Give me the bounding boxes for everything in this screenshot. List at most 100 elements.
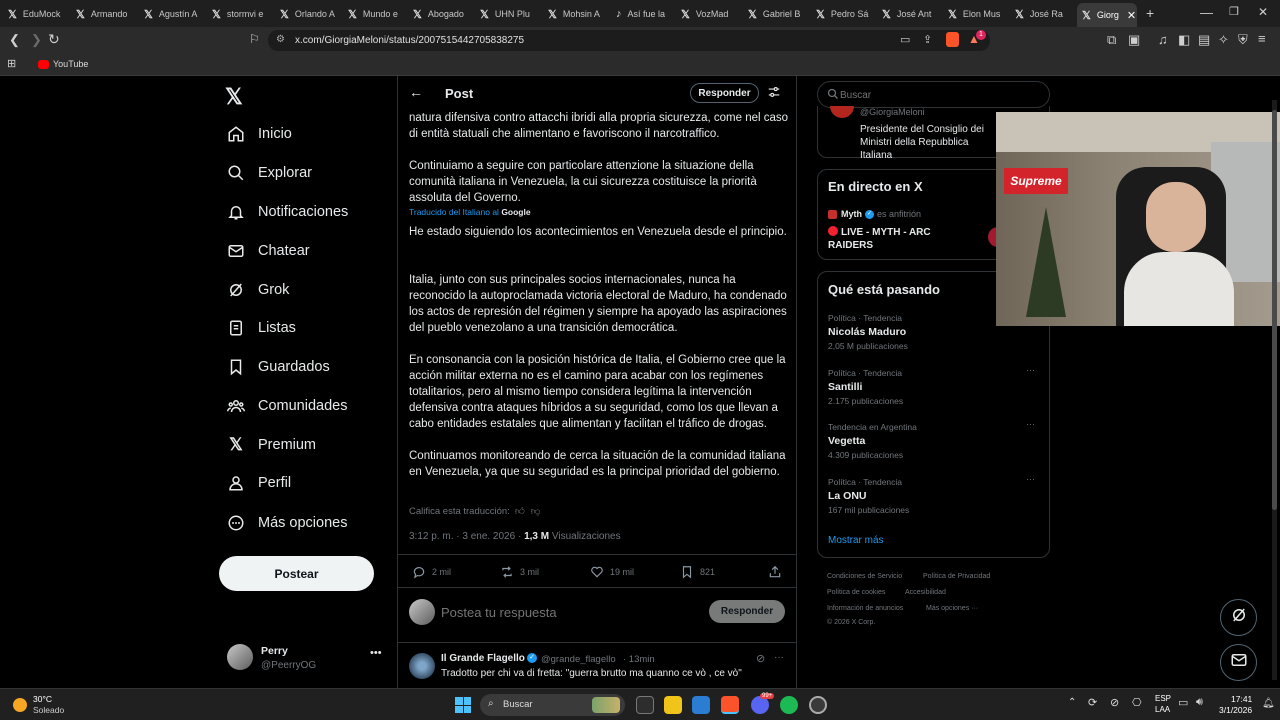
more-dots-icon[interactable]: ··· xyxy=(1026,365,1035,375)
trend-item[interactable]: Política · Tendencia Santilli 2.175 publ… xyxy=(828,365,1043,406)
footer-link[interactable]: Condiciones de Servicio xyxy=(827,573,902,580)
header-reply-button[interactable]: Responder xyxy=(690,83,759,103)
browser-tab[interactable]: 𝕏 UHN Plu xyxy=(480,4,538,24)
minimize-icon[interactable]: — xyxy=(1200,5,1213,20)
brave-shield-icon[interactable] xyxy=(946,32,959,47)
x-logo-icon[interactable]: 𝕏 xyxy=(225,84,243,110)
more-dots-icon[interactable]: ••• xyxy=(370,647,382,659)
browser-tab[interactable]: 𝕏 Armando xyxy=(76,4,134,24)
brave-browser-icon[interactable] xyxy=(721,696,739,714)
browser-tab[interactable]: 𝕏stormvi e xyxy=(212,4,270,24)
browser-tab[interactable]: 𝕏 VozMad xyxy=(681,4,739,24)
nav-item-lists[interactable]: Listas xyxy=(226,313,296,343)
chevron-up-icon[interactable]: ⌃ xyxy=(1068,697,1076,708)
browser-tab[interactable]: 𝕏 Abogado xyxy=(413,4,471,24)
close-icon[interactable]: ✕ xyxy=(1127,9,1136,22)
more-dots-icon[interactable]: ··· xyxy=(1026,474,1035,484)
wallet-app-icon[interactable]: ▤ xyxy=(1198,32,1210,48)
browser-tab-active[interactable]: 𝕏 Giorg ✕ xyxy=(1077,3,1137,27)
tray-app-icon[interactable]: ⎔ xyxy=(1132,696,1142,709)
footer-link[interactable]: Política de cookies xyxy=(827,589,885,596)
nav-item-chat[interactable]: Chatear xyxy=(226,236,310,266)
repost-action[interactable]: 3 mil xyxy=(500,565,539,579)
restore-icon[interactable]: ❐ xyxy=(1229,5,1239,18)
back-icon[interactable]: ❮ xyxy=(9,32,20,48)
forward-icon[interactable]: ❯ xyxy=(31,32,42,48)
nav-item-grok[interactable]: Grok xyxy=(226,275,289,305)
browser-tab[interactable]: 𝕏 Mohsin A xyxy=(548,4,606,24)
browser-tab[interactable]: ♪ Así fue la xyxy=(616,4,674,24)
reply-submit-button[interactable]: Responder xyxy=(709,600,785,623)
post-timestamp[interactable]: 3:12 p. m. · 3 ene. 2026 · xyxy=(409,531,524,542)
browser-tab[interactable]: 𝕏 José Ant xyxy=(882,4,940,24)
more-dots-icon[interactable]: ··· xyxy=(774,652,784,663)
clock-time[interactable]: 17:41 xyxy=(1231,694,1252,704)
share-action[interactable] xyxy=(768,565,788,579)
share-icon[interactable]: ⇪ xyxy=(923,33,932,46)
more-dots-icon[interactable]: ··· xyxy=(1026,419,1035,429)
windows-start-icon[interactable] xyxy=(455,697,471,713)
reply-post[interactable]: Il Grande Flagello ✓ @grande_flagello · … xyxy=(398,643,796,688)
browser-tab[interactable]: 𝕏 José Ra xyxy=(1015,4,1073,24)
thumbs-up-icon[interactable]: 👍︎ xyxy=(515,505,525,517)
browser-tab[interactable]: 𝕏 Elon Mus xyxy=(948,4,1006,24)
grok-float-button[interactable] xyxy=(1220,599,1257,636)
nav-item-communities[interactable]: Comunidades xyxy=(226,391,347,421)
apps-grid-icon[interactable]: ⊞ xyxy=(7,57,16,70)
reply-author-name[interactable]: Il Grande Flagello xyxy=(441,653,525,664)
search-input[interactable] xyxy=(840,87,1040,103)
language-indicator[interactable]: ESP xyxy=(1155,694,1171,703)
close-window-icon[interactable]: ✕ xyxy=(1258,5,1268,19)
bookmark-action[interactable]: 821 xyxy=(680,565,715,579)
trend-item[interactable]: Política · Tendencia La ONU 167 mil publ… xyxy=(828,474,1043,515)
sidebar-icon[interactable]: ◧ xyxy=(1178,32,1190,48)
scrollbar-thumb[interactable] xyxy=(1272,110,1277,510)
browser-tab[interactable]: 𝕏 Gabriel B xyxy=(748,4,806,24)
browser-tab[interactable]: 𝕏 Orlando A xyxy=(280,4,338,24)
bookmark-icon[interactable]: ⚐ xyxy=(249,32,260,46)
notification-bell-icon[interactable]: 🔔︎ xyxy=(1262,698,1275,709)
browser-tab[interactable]: 𝕏 Pedro Sá xyxy=(816,4,874,24)
browser-tab[interactable]: 𝕏 Mundo e xyxy=(348,4,406,24)
weather-temp[interactable]: 30°C xyxy=(33,694,52,704)
cast-icon[interactable]: ▭ xyxy=(900,33,910,46)
account-switcher[interactable]: Perry @PeerryOG ••• xyxy=(224,640,384,680)
reply-action[interactable]: 2 mil xyxy=(412,565,451,579)
trend-item[interactable]: Tendencia en Argentina Vegetta 4.309 pub… xyxy=(828,419,1043,460)
translation-credit[interactable]: Traducido del Italiano al Google xyxy=(409,207,531,217)
thumbs-down-icon[interactable]: 👎︎ xyxy=(531,505,541,517)
like-action[interactable]: 19 mil xyxy=(590,565,634,579)
speaker-icon[interactable]: 🔊︎ xyxy=(1196,696,1203,709)
reply-input[interactable] xyxy=(441,601,681,623)
task-view-icon[interactable] xyxy=(636,696,654,714)
nav-item-profile[interactable]: Perfil xyxy=(226,468,291,498)
spotify-icon[interactable] xyxy=(780,696,798,714)
url-field[interactable]: ⚙ x.com/GiorgiaMeloni/status/20075154427… xyxy=(268,30,990,51)
nav-item-bookmarks[interactable]: Guardados xyxy=(226,352,330,382)
grok-icon[interactable]: ⊘ xyxy=(756,652,765,665)
media-icon[interactable]: ♫ xyxy=(1158,32,1168,47)
vpn-icon[interactable]: ⛨ xyxy=(1238,32,1248,48)
live-host[interactable]: Myth ✓ es anfitrión xyxy=(828,209,921,219)
nav-item-explore[interactable]: Explorar xyxy=(226,158,312,188)
browser-tab[interactable]: 𝕏 EduMock xyxy=(8,4,66,24)
live-stream-title[interactable]: LIVE - MYTH - ARC RAIDERS xyxy=(828,226,948,252)
footer-link[interactable]: Más opciones ··· xyxy=(926,605,978,612)
browser-tab[interactable]: 𝕏 Agustín A xyxy=(144,4,202,24)
tray-app-icon[interactable]: ⟳ xyxy=(1088,696,1097,709)
store-icon[interactable] xyxy=(692,696,710,714)
back-arrow-icon[interactable]: ← xyxy=(409,84,423,100)
search-box[interactable] xyxy=(817,81,1050,108)
new-tab-icon[interactable]: + xyxy=(1146,5,1154,21)
bookmark-youtube[interactable]: YouTube xyxy=(53,59,88,69)
tray-app-icon[interactable]: ⊘ xyxy=(1110,696,1119,709)
show-more-link[interactable]: Mostrar más xyxy=(828,535,884,546)
leo-ai-icon[interactable]: ✧ xyxy=(1218,32,1229,48)
wallet-icon[interactable]: ▣ xyxy=(1128,32,1140,48)
post-button[interactable]: Postear xyxy=(219,556,374,591)
extensions-icon[interactable]: ⧉ xyxy=(1107,32,1116,48)
taskbar-search[interactable]: ⌕ Buscar xyxy=(480,694,625,716)
menu-icon[interactable]: ≡ xyxy=(1258,31,1266,46)
nav-item-home[interactable]: Inicio xyxy=(226,119,292,149)
nav-item-notifications[interactable]: Notificaciones xyxy=(226,197,348,227)
